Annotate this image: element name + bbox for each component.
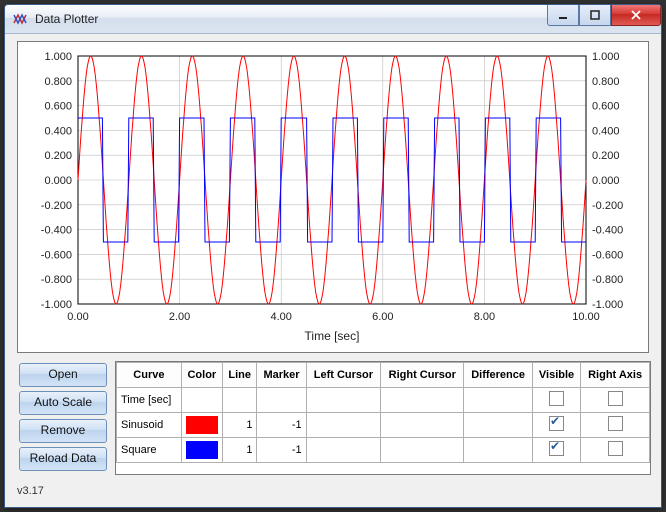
cell-line[interactable]: 1 <box>222 438 257 463</box>
version-label: v3.17 <box>17 485 44 497</box>
button-column: Open Auto Scale Remove Reload Data <box>13 361 113 475</box>
svg-text:Time [sec]: Time [sec] <box>305 329 360 343</box>
cell-curve-name[interactable]: Time [sec] <box>117 388 182 413</box>
titlebar[interactable]: Data Plotter <box>5 5 661 34</box>
cell-difference[interactable] <box>464 413 533 438</box>
svg-text:1.000: 1.000 <box>592 51 620 63</box>
cell-color[interactable] <box>181 388 222 413</box>
app-window: Data Plotter 0.002.004.006.008.0010.00-1… <box>4 4 662 508</box>
svg-text:6.00: 6.00 <box>372 311 393 323</box>
svg-text:0.00: 0.00 <box>67 311 88 323</box>
col-marker[interactable]: Marker <box>257 363 306 388</box>
svg-text:0.400: 0.400 <box>592 125 620 137</box>
svg-text:0.000: 0.000 <box>44 175 72 187</box>
rightaxis-checkbox[interactable] <box>608 416 623 431</box>
col-visible[interactable]: Visible <box>532 363 580 388</box>
cell-marker[interactable]: -1 <box>257 413 306 438</box>
visible-checkbox[interactable] <box>549 441 564 456</box>
svg-text:4.00: 4.00 <box>270 311 291 323</box>
curves-table-container: Curve Color Line Marker Left Cursor Righ… <box>115 361 651 475</box>
svg-text:1.000: 1.000 <box>44 51 72 63</box>
cell-line[interactable] <box>222 388 257 413</box>
svg-text:0.200: 0.200 <box>592 150 620 162</box>
cell-marker[interactable]: -1 <box>257 438 306 463</box>
maximize-button[interactable] <box>579 5 611 26</box>
col-raxis[interactable]: Right Axis <box>581 363 650 388</box>
col-lcursor[interactable]: Left Cursor <box>306 363 381 388</box>
svg-text:-0.200: -0.200 <box>41 200 72 212</box>
remove-button[interactable]: Remove <box>19 419 107 443</box>
table-row[interactable]: Square 1-1 <box>117 438 650 463</box>
col-curve[interactable]: Curve <box>117 363 182 388</box>
table-row[interactable]: Sinusoid 1-1 <box>117 413 650 438</box>
svg-text:-0.800: -0.800 <box>592 274 623 286</box>
table-row[interactable]: Time [sec] <box>117 388 650 413</box>
client-area: 0.002.004.006.008.0010.00-1.000-1.000-0.… <box>11 39 655 501</box>
cell-right-axis[interactable] <box>581 413 650 438</box>
col-line[interactable]: Line <box>222 363 257 388</box>
cell-right-cursor[interactable] <box>381 388 464 413</box>
cell-visible[interactable] <box>532 438 580 463</box>
table-header-row: Curve Color Line Marker Left Cursor Righ… <box>117 363 650 388</box>
curves-table[interactable]: Curve Color Line Marker Left Cursor Righ… <box>116 362 650 463</box>
cell-left-cursor[interactable] <box>306 438 381 463</box>
svg-text:-0.600: -0.600 <box>592 249 623 261</box>
rightaxis-checkbox[interactable] <box>608 441 623 456</box>
svg-text:-1.000: -1.000 <box>41 299 72 311</box>
cell-color[interactable] <box>181 438 222 463</box>
cell-line[interactable]: 1 <box>222 413 257 438</box>
col-diff[interactable]: Difference <box>464 363 533 388</box>
svg-text:0.200: 0.200 <box>44 150 72 162</box>
open-button[interactable]: Open <box>19 363 107 387</box>
svg-text:-0.600: -0.600 <box>41 249 72 261</box>
cell-left-cursor[interactable] <box>306 413 381 438</box>
svg-text:0.800: 0.800 <box>44 76 72 88</box>
cell-curve-name[interactable]: Square <box>117 438 182 463</box>
cell-visible[interactable] <box>532 413 580 438</box>
reload-button[interactable]: Reload Data <box>19 447 107 471</box>
app-icon <box>13 11 29 27</box>
svg-text:-0.400: -0.400 <box>41 225 72 237</box>
cell-difference[interactable] <box>464 438 533 463</box>
window-buttons <box>547 5 661 25</box>
svg-text:0.000: 0.000 <box>592 175 620 187</box>
cell-right-cursor[interactable] <box>381 413 464 438</box>
plot-canvas[interactable]: 0.002.004.006.008.0010.00-1.000-1.000-0.… <box>18 42 646 350</box>
svg-text:-0.800: -0.800 <box>41 274 72 286</box>
svg-text:0.800: 0.800 <box>592 76 620 88</box>
cell-marker[interactable] <box>257 388 306 413</box>
col-color[interactable]: Color <box>181 363 222 388</box>
svg-text:0.600: 0.600 <box>44 101 72 113</box>
col-rcursor[interactable]: Right Cursor <box>381 363 464 388</box>
close-button[interactable] <box>611 5 661 26</box>
cell-right-axis[interactable] <box>581 438 650 463</box>
svg-text:-0.200: -0.200 <box>592 200 623 212</box>
svg-text:-0.400: -0.400 <box>592 225 623 237</box>
cell-visible[interactable] <box>532 388 580 413</box>
svg-text:8.00: 8.00 <box>474 311 495 323</box>
svg-text:0.400: 0.400 <box>44 125 72 137</box>
autoscale-button[interactable]: Auto Scale <box>19 391 107 415</box>
svg-text:-1.000: -1.000 <box>592 299 623 311</box>
visible-checkbox[interactable] <box>549 391 564 406</box>
cell-color[interactable] <box>181 413 222 438</box>
svg-text:10.00: 10.00 <box>572 311 600 323</box>
svg-text:0.600: 0.600 <box>592 101 620 113</box>
window-title: Data Plotter <box>35 12 98 26</box>
cell-right-axis[interactable] <box>581 388 650 413</box>
cell-difference[interactable] <box>464 388 533 413</box>
svg-text:2.00: 2.00 <box>169 311 190 323</box>
visible-checkbox[interactable] <box>549 416 564 431</box>
cell-left-cursor[interactable] <box>306 388 381 413</box>
control-panel: Open Auto Scale Remove Reload Data Curve… <box>13 361 653 499</box>
minimize-button[interactable] <box>547 5 579 26</box>
cell-curve-name[interactable]: Sinusoid <box>117 413 182 438</box>
rightaxis-checkbox[interactable] <box>608 391 623 406</box>
cell-right-cursor[interactable] <box>381 438 464 463</box>
plot-panel[interactable]: 0.002.004.006.008.0010.00-1.000-1.000-0.… <box>17 41 649 353</box>
